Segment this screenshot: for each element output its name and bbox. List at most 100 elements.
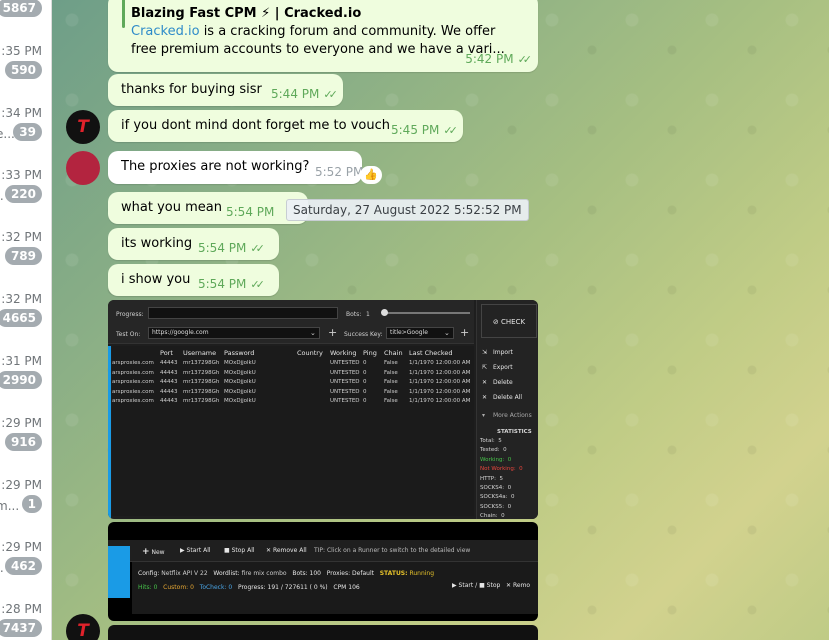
close-icon: ✕ [506, 582, 512, 589]
preview-title[interactable]: Blazing Fast CPM ⚡ | Cracked.io [131, 6, 361, 21]
chat-snippet: m... [0, 499, 20, 513]
double-check-icon: ✓✓ [517, 53, 533, 66]
statistic-item: Chain: 0 [480, 513, 505, 519]
export-icon: ⇱ [482, 364, 488, 371]
delete-button[interactable]: ✕ Delete [481, 377, 537, 389]
column-header: Working [330, 349, 357, 357]
preview-link[interactable]: Cracked.io [131, 24, 200, 39]
chat-list-item[interactable]: :34 PMe...39 [0, 106, 51, 168]
link-preview-message[interactable]: Blazing Fast CPM ⚡ | Cracked.io Cracked.… [108, 0, 538, 72]
chat-list-item[interactable]: :32 PM 789 [0, 230, 51, 292]
runner-toolbar: + New ▶ Start All ■ Stop All ✕ Remove Al… [108, 540, 538, 562]
chat-list-item[interactable]: :32 PM 4665 [0, 292, 51, 354]
table-cell-host: arsproxies.com [112, 360, 154, 366]
chat-list-item[interactable]: :29 PM 916 [0, 416, 51, 478]
statistic-item: SOCKS5: 0 [480, 503, 512, 510]
screenshot-image-partial[interactable] [108, 625, 538, 640]
chat-time: :32 PM [1, 230, 42, 244]
table-cell-pass: MOxDjjolkU [224, 388, 256, 395]
remove-button[interactable]: ✕ Remo [506, 582, 530, 589]
chat-list-item[interactable]: :35 PM 590 [0, 44, 51, 106]
close-icon: ✕ [482, 379, 488, 386]
column-header: Country [297, 349, 323, 357]
chat-time: :34 PM [1, 106, 42, 120]
runner-config-row: Config: Netflix API V 22 Wordlist: fire … [138, 570, 435, 577]
chevron-down-icon: ⌄ [310, 329, 316, 337]
chat-list-item[interactable]: :29 PM m...1 [0, 478, 51, 540]
chat-time: :32 PM [1, 292, 42, 306]
chat-list-item[interactable]: :33 PM..220 [0, 168, 51, 230]
start-button[interactable]: ▶ Start [452, 582, 473, 589]
stop-button[interactable]: ■ Stop [479, 582, 500, 589]
table-cell-chain: False [384, 360, 398, 366]
runner-controls: ▶ Start / ■ Stop ✕ Remo [452, 582, 531, 589]
double-check-icon: ✓✓ [250, 242, 265, 255]
more-actions-button[interactable]: ▾ More Actions [481, 410, 537, 422]
chat-snippet: .. [0, 561, 4, 575]
chat-time: :29 PM [1, 416, 42, 430]
progress-bar [148, 307, 338, 319]
test-on-label: Test On: [116, 331, 141, 338]
table-cell-checked: 1/1/1970 12:00:00 AM [409, 379, 471, 385]
screenshot-image-proxy-checker[interactable]: Progress: Bots: 1 Test On: https://googl… [108, 300, 538, 519]
chat-time: :31 PM [1, 354, 42, 368]
table-cell-pass: MOxDjjolkU [224, 369, 256, 376]
chat-list-item[interactable]: :31 PM 2990 [0, 354, 51, 416]
statistic-item: SOCKS4: 0 [480, 485, 512, 491]
proxy-actions-panel: ⊘ CHECK ⇲ Import ⇱ Export ✕ Delete ✕ Delete … [476, 300, 538, 519]
message-bubble[interactable]: i show you 5:54 PM ✓✓ [108, 264, 279, 296]
table-cell-ping: 0 [363, 398, 367, 404]
message-bubble[interactable]: thanks for buying sisr 5:44 PM ✓✓ [108, 74, 343, 106]
stop-all-button[interactable]: ■ Stop All [224, 547, 255, 554]
table-cell-host: arsproxies.com [112, 388, 154, 395]
table-cell-port: 44443 [160, 360, 178, 366]
message-bubble[interactable]: its working 5:54 PM ✓✓ [108, 228, 279, 260]
progress-label: Progress: [116, 311, 144, 318]
table-cell-user: mr137298Gh [183, 360, 220, 366]
new-button[interactable]: + New [142, 547, 165, 557]
runner-card[interactable]: Config: Netflix API V 22 Wordlist: fire … [132, 562, 538, 614]
chat-list-item[interactable]: 5867 [0, 0, 51, 44]
slider-thumb[interactable] [381, 309, 388, 316]
message-bubble[interactable]: if you dont mind dont forget me to vouch… [108, 110, 463, 142]
proxy-table: Port Username Password Country Working P… [112, 346, 474, 516]
export-button[interactable]: ⇱ Export [481, 362, 537, 374]
contact-avatar[interactable] [66, 151, 100, 185]
remove-all-button[interactable]: ✕ Remove All [266, 547, 307, 554]
start-all-button[interactable]: ▶ Start All [180, 547, 211, 554]
import-button[interactable]: ⇲ Import [481, 347, 537, 359]
delete-all-button[interactable]: ✕ Delete All [481, 392, 537, 404]
message-bubble[interactable]: what you mean 5:54 PM [108, 192, 308, 224]
table-cell-port: 44443 [160, 398, 178, 404]
unread-badge: 4665 [0, 309, 42, 327]
proxy-toolbar: Progress: Bots: 1 Test On: https://googl… [108, 300, 474, 344]
check-button[interactable]: ⊘ CHECK [481, 304, 537, 338]
thumbs-up-reaction-icon[interactable]: 👍 [360, 166, 382, 184]
table-cell-working: UNTESTED [330, 379, 360, 385]
message-text: its working [121, 236, 193, 251]
message-meta: 5:42 PM ✓✓ [465, 52, 533, 66]
statistic-item: Total: 5 [480, 438, 502, 444]
table-cell-ping: 0 [363, 360, 367, 366]
bots-slider[interactable] [382, 312, 470, 314]
message-time: 5:44 PM ✓✓ [271, 87, 338, 101]
chat-list-item[interactable]: :28 PM 7437 [0, 602, 51, 640]
bots-label: Bots: [346, 311, 362, 318]
double-check-icon: ✓✓ [443, 124, 458, 137]
screenshot-image-runner[interactable]: + New ▶ Start All ■ Stop All ✕ Remove Al… [108, 522, 538, 621]
statistic-item: Working: 0 [480, 456, 512, 463]
test-on-input[interactable]: https://google.com [148, 327, 320, 339]
chat-snippet: .. [0, 189, 4, 203]
column-header: Port [160, 349, 173, 357]
table-cell-user: mr137298Gh [183, 398, 220, 404]
plus-icon: + [328, 326, 338, 339]
chat-list-item[interactable]: :29 PM..462 [0, 540, 51, 602]
message-bubble-incoming[interactable]: The proxies are not working? 5:52 PM [108, 151, 363, 184]
user-avatar[interactable]: T [66, 614, 100, 640]
stop-icon: ■ [479, 582, 485, 589]
user-avatar[interactable]: T [66, 110, 100, 144]
selection-stripe [108, 346, 111, 519]
unread-badge: 5867 [0, 0, 42, 17]
table-cell-port: 44443 [160, 379, 178, 385]
message-text: what you mean [121, 200, 222, 215]
